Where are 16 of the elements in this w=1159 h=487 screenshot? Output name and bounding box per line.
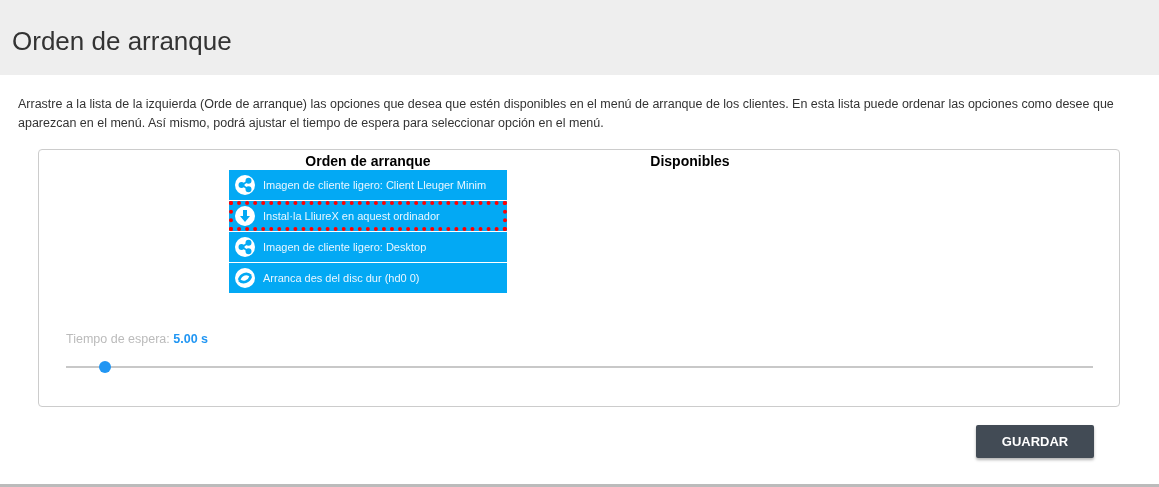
description: Arrastre a la lista de la izquierda (Orde de arranque) las opciones que desea que estén disponibles en el menú de arranque de los clientes. En esta lista puede ordenar las opciones como desee que aparezcan en el menú. Así mismo, podrá ajustar el tiempo de espera para seleccionar opción en el menú. [18, 96, 1115, 132]
column-heading: Orden de arranque [305, 152, 431, 170]
page-title: Orden de arranque [12, 26, 233, 57]
timeout-label: Tiempo de espera: [66, 332, 170, 346]
share-icon [235, 175, 255, 195]
slider-thumb[interactable] [99, 361, 111, 373]
share-icon [235, 237, 255, 257]
timeout-value: 5.00 s [173, 332, 208, 346]
column-heading: Disponibles [650, 152, 730, 170]
boot-option[interactable]: Imagen de cliente ligero: Client Lleuger Minim [229, 170, 507, 200]
disk-icon [235, 268, 255, 288]
boot-option[interactable]: Imagen de cliente ligero: Desktop [229, 232, 507, 262]
boot-option[interactable]: Arranca des del disc dur (hd0 0) [229, 263, 507, 293]
download-icon [235, 206, 255, 226]
save-button[interactable]: GUARDAR [976, 425, 1094, 458]
boot-option[interactable]: Instal·la LliureX en aquest ordinador [229, 201, 507, 231]
